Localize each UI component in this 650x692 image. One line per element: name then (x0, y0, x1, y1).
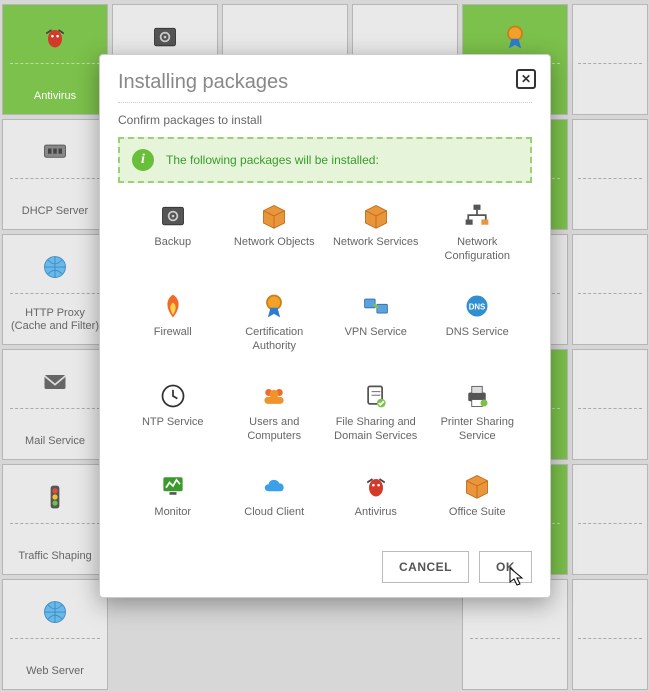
vpn-icon (361, 291, 391, 321)
monitor-icon (158, 471, 188, 501)
package-item[interactable]: Certification Authority (224, 291, 326, 355)
box-icon (462, 471, 492, 501)
box-icon (259, 201, 289, 231)
users-icon (259, 381, 289, 411)
package-label: Antivirus (355, 506, 397, 520)
package-item[interactable]: VPN Service (325, 291, 427, 355)
package-item[interactable]: Firewall (122, 291, 224, 355)
dialog-title: Installing packages (118, 71, 532, 103)
package-item[interactable]: File Sharing and Domain Services (325, 381, 427, 445)
package-item[interactable]: Cloud Client (224, 471, 326, 535)
badge-icon (259, 291, 289, 321)
package-item[interactable]: Backup (122, 201, 224, 265)
firewall-icon (158, 291, 188, 321)
package-label: Network Objects (234, 236, 315, 250)
install-packages-dialog: Installing packages Confirm packages to … (99, 54, 551, 598)
bug-icon (361, 471, 391, 501)
package-item[interactable]: Network Objects (224, 201, 326, 265)
modal-overlay: Installing packages Confirm packages to … (0, 0, 650, 663)
package-label: Cloud Client (244, 506, 304, 520)
package-label: Users and Computers (224, 416, 326, 444)
printer-icon (462, 381, 492, 411)
package-item[interactable]: DNS DNS Service (427, 291, 529, 355)
ok-button[interactable]: OK (479, 551, 532, 583)
box-icon (361, 201, 391, 231)
package-label: Certification Authority (224, 326, 326, 354)
package-label: Office Suite (449, 506, 506, 520)
package-item[interactable]: Office Suite (427, 471, 529, 535)
info-message: The following packages will be installed… (166, 153, 379, 167)
package-label: Network Configuration (427, 236, 529, 264)
package-label: Network Services (333, 236, 419, 250)
dialog-footer: CANCEL OK (118, 543, 532, 583)
package-label: NTP Service (142, 416, 204, 430)
package-label: DNS Service (446, 326, 509, 340)
safe-icon (158, 201, 188, 231)
packages-grid: Backup Network Objects Network Services Net… (118, 201, 532, 543)
package-item[interactable]: Network Services (325, 201, 427, 265)
info-banner: i The following packages will be install… (118, 137, 532, 183)
dialog-subtitle: Confirm packages to install (118, 113, 532, 127)
package-item[interactable]: NTP Service (122, 381, 224, 445)
package-item[interactable]: Monitor (122, 471, 224, 535)
package-item[interactable]: Users and Computers (224, 381, 326, 445)
service-tile-label: Web Server (20, 665, 90, 679)
info-icon: i (132, 149, 154, 171)
dns-icon: DNS (462, 291, 492, 321)
package-label: Backup (154, 236, 191, 250)
svg-text:DNS: DNS (469, 303, 486, 312)
package-label: Monitor (154, 506, 191, 520)
cloud-icon (259, 471, 289, 501)
close-button[interactable] (516, 69, 536, 89)
cancel-button[interactable]: CANCEL (382, 551, 469, 583)
package-label: Printer Sharing Service (427, 416, 529, 444)
fileshare-icon (361, 381, 391, 411)
package-label: VPN Service (345, 326, 407, 340)
package-item[interactable]: Antivirus (325, 471, 427, 535)
package-label: File Sharing and Domain Services (325, 416, 427, 444)
clock-icon (158, 381, 188, 411)
package-item[interactable]: Printer Sharing Service (427, 381, 529, 445)
netconf-icon (462, 201, 492, 231)
package-label: Firewall (154, 326, 192, 340)
package-item[interactable]: Network Configuration (427, 201, 529, 265)
